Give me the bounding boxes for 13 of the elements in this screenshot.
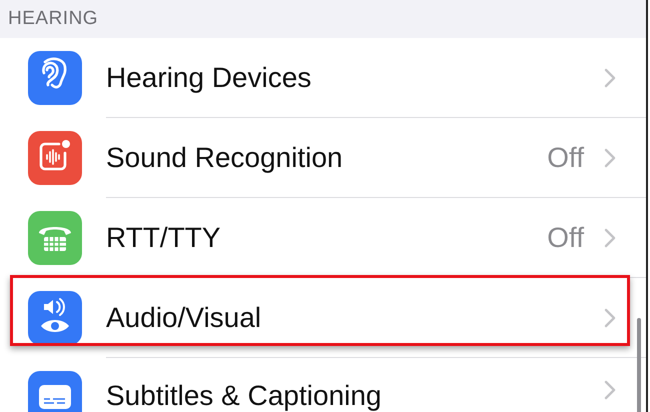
- setting-label[interactable]: Subtitles & Captioning: [106, 380, 382, 412]
- setting-label[interactable]: Hearing Devices: [106, 62, 312, 94]
- chevron-icon: [604, 228, 616, 248]
- chevron-icon: [604, 308, 616, 328]
- setting-label[interactable]: Audio/Visual: [106, 302, 262, 334]
- section-header: HEARING: [8, 8, 98, 30]
- chevron-icon: [604, 148, 616, 168]
- chevron-icon: [604, 380, 616, 400]
- chevron-icon: [604, 68, 616, 88]
- setting-value: Off: [547, 222, 584, 254]
- setting-label[interactable]: RTT/TTY: [106, 222, 221, 254]
- setting-value: Off: [547, 142, 584, 174]
- setting-label[interactable]: Sound Recognition: [106, 142, 343, 174]
